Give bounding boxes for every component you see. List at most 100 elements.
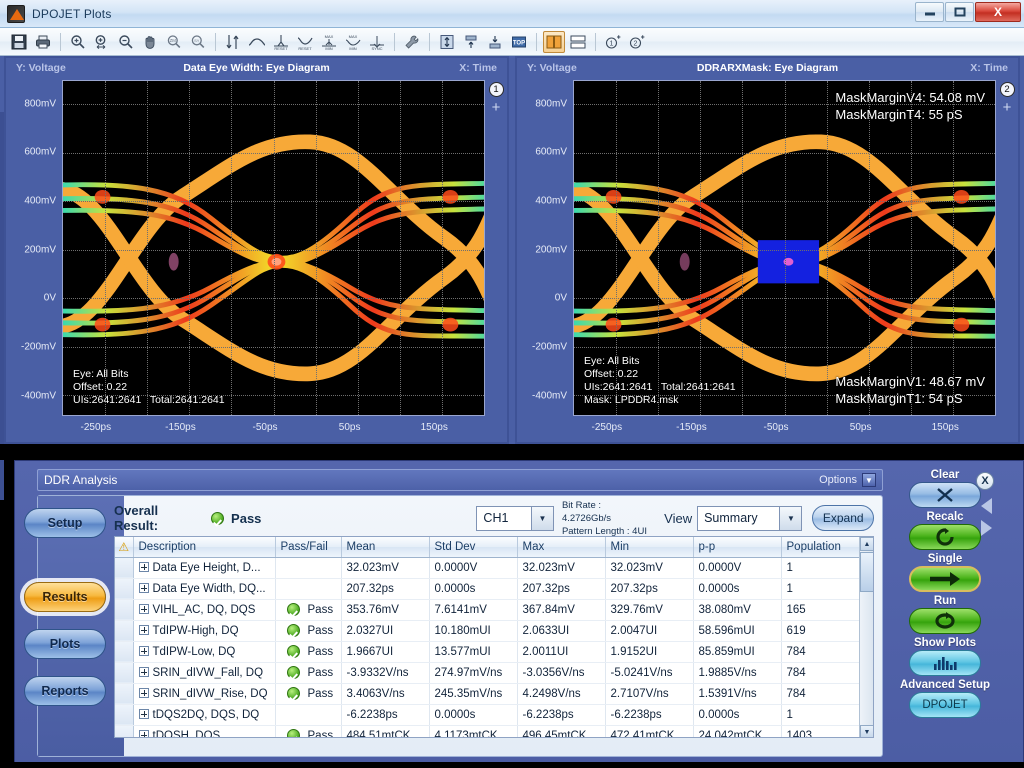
chevron-down-icon[interactable]: ▼ — [779, 507, 801, 530]
zoom-sync-icon[interactable]: SY — [187, 31, 209, 53]
chevron-down-icon[interactable]: ▼ — [862, 473, 876, 487]
plot-number-badge[interactable]: 2 — [1000, 82, 1015, 97]
close-button[interactable]: X — [975, 2, 1021, 22]
nav-previous-icon[interactable] — [981, 498, 992, 514]
table-row[interactable]: TdIPW-Low, DQPass1.9667UI13.577mUI2.0011… — [115, 641, 861, 662]
sync-icon[interactable]: SYNC — [366, 31, 388, 53]
recalc-button[interactable] — [909, 524, 981, 550]
chevron-down-icon[interactable]: ▼ — [531, 507, 553, 530]
col-pp[interactable]: p-p — [693, 537, 781, 557]
plot-one-add-icon[interactable]: 1 — [602, 31, 624, 53]
autoscale-vertical-icon[interactable] — [436, 31, 458, 53]
clear-button[interactable] — [909, 482, 981, 508]
table-row[interactable]: SRIN_dIVW_Rise, DQPass3.4063V/ns245.35mV… — [115, 683, 861, 704]
reset-left-icon[interactable]: RESET — [270, 31, 292, 53]
results-table-container[interactable]: ⚠ Description Pass/Fail Mean Std Dev Max… — [114, 536, 874, 738]
passfail-text: Pass — [308, 604, 334, 616]
plot-canvas-right[interactable]: Eye: All BitsOffset: 0.22UIs:2641:2641 T… — [573, 80, 996, 416]
sidebar-item-setup[interactable]: Setup — [24, 508, 106, 538]
col-description[interactable]: Description — [133, 537, 275, 557]
col-stddev[interactable]: Std Dev — [429, 537, 517, 557]
zoom-in-icon[interactable] — [67, 31, 89, 53]
cell-description[interactable]: TdIPW-Low, DQ — [133, 641, 275, 662]
data-eye-width-plot[interactable]: Y: Voltage Data Eye Width: Eye Diagram X… — [4, 56, 509, 444]
cell-description[interactable]: SRIN_dIVW_Rise, DQ — [133, 683, 275, 704]
table-vertical-scrollbar[interactable]: ▲ ▼ — [859, 537, 873, 738]
zoom-icon[interactable]: ZM — [163, 31, 185, 53]
cell-description[interactable]: tDQSH, DQS — [133, 725, 275, 738]
cell-description[interactable]: Data Eye Height, D... — [133, 557, 275, 578]
col-max[interactable]: Max — [517, 537, 605, 557]
plot-header-right: Y: Voltage DDRARXMask: Eye Diagram X: Ti… — [523, 62, 1012, 76]
expand-row-icon[interactable] — [139, 562, 149, 572]
sidebar-item-reports[interactable]: Reports — [24, 676, 106, 706]
col-passfail[interactable]: Pass/Fail — [275, 537, 341, 557]
plot-add-icon[interactable]: + — [998, 103, 1016, 113]
layout-two-rows-icon[interactable] — [567, 31, 589, 53]
minimize-button[interactable] — [915, 2, 944, 22]
plot-canvas-left[interactable]: Eye: All BitsOffset: 0.22UIs:2641:2641 T… — [62, 80, 485, 416]
sidebar-item-results[interactable]: Results — [24, 582, 106, 612]
max-min-icon[interactable]: MAXMIN — [318, 31, 340, 53]
ddrarxmask-plot[interactable]: Y: Voltage DDRARXMask: Eye Diagram X: Ti… — [515, 56, 1020, 444]
show-plots-button[interactable] — [909, 650, 981, 676]
plot-two-add-icon[interactable]: 2 — [626, 31, 648, 53]
max-min-alt-icon[interactable]: MAXMIN — [342, 31, 364, 53]
table-row[interactable]: Data Eye Width, DQ...207.32ps0.0000s207.… — [115, 578, 861, 599]
plot-number-badge[interactable]: 1 — [489, 82, 504, 97]
align-top-icon[interactable] — [460, 31, 482, 53]
expand-row-icon[interactable] — [139, 730, 149, 738]
align-bottom-icon[interactable] — [484, 31, 506, 53]
table-row[interactable]: tDQS2DQ, DQS, DQ-6.2238ps0.0000s-6.2238p… — [115, 704, 861, 725]
cell-description[interactable]: tDQS2DQ, DQS, DQ — [133, 704, 275, 725]
expand-row-icon[interactable] — [139, 625, 149, 635]
table-row[interactable]: VIHL_AC, DQ, DQSPass353.76mV7.6141mV367.… — [115, 599, 861, 620]
save-icon[interactable] — [8, 31, 30, 53]
view-select[interactable]: Summary ▼ — [697, 506, 802, 531]
top-icon[interactable]: TOP — [508, 31, 530, 53]
advanced-setup-button[interactable]: DPOJET — [909, 692, 981, 718]
scroll-up-icon[interactable]: ▲ — [860, 537, 874, 551]
col-population[interactable]: Population — [781, 537, 861, 557]
maximize-button[interactable] — [945, 2, 974, 22]
single-button[interactable] — [909, 566, 981, 592]
close-panel-button[interactable]: X — [976, 472, 994, 490]
channel-select[interactable]: CH1 ▼ — [476, 506, 554, 531]
expand-row-icon[interactable] — [139, 583, 149, 593]
cell-mean: 1.9667UI — [341, 641, 429, 662]
table-row[interactable]: SRIN_dIVW_Fall, DQPass-3.9332V/ns274.97m… — [115, 662, 861, 683]
cell-description[interactable]: VIHL_AC, DQ, DQS — [133, 599, 275, 620]
settings-wrench-icon[interactable] — [401, 31, 423, 53]
zoom-box-icon[interactable] — [91, 31, 113, 53]
expand-button[interactable]: Expand — [812, 505, 874, 531]
description-text: Data Eye Width, DQ... — [153, 583, 266, 595]
nav-next-icon[interactable] — [981, 520, 992, 536]
cell-description[interactable]: Data Eye Width, DQ... — [133, 578, 275, 599]
plot-add-icon[interactable]: + — [487, 103, 505, 113]
waveform-icon[interactable] — [246, 31, 268, 53]
pan-hand-icon[interactable] — [139, 31, 161, 53]
table-row[interactable]: TdIPW-High, DQPass2.0327UI10.180mUI2.063… — [115, 620, 861, 641]
options-label[interactable]: Options — [819, 474, 857, 486]
layout-two-columns-icon[interactable] — [543, 31, 565, 53]
table-row[interactable]: Data Eye Height, D...32.023mV0.0000V32.0… — [115, 557, 861, 578]
expand-row-icon[interactable] — [139, 709, 149, 719]
expand-row-icon[interactable] — [139, 688, 149, 698]
cell-description[interactable]: SRIN_dIVW_Fall, DQ — [133, 662, 275, 683]
scroll-down-icon[interactable]: ▼ — [860, 725, 874, 738]
cell-description[interactable]: TdIPW-High, DQ — [133, 620, 275, 641]
table-row[interactable]: tDQSH, DQSPass484.51mtCK...4.1173mtCK...… — [115, 725, 861, 738]
col-mean[interactable]: Mean — [341, 537, 429, 557]
print-icon[interactable] — [32, 31, 54, 53]
zoom-out-icon[interactable] — [115, 31, 137, 53]
scroll-thumb[interactable] — [860, 552, 874, 592]
expand-label: Expand — [823, 511, 864, 525]
run-button[interactable] — [909, 608, 981, 634]
expand-row-icon[interactable] — [139, 646, 149, 656]
expand-row-icon[interactable] — [139, 667, 149, 677]
col-min[interactable]: Min — [605, 537, 693, 557]
sidebar-item-plots[interactable]: Plots — [24, 629, 106, 659]
cursor-vertical-icon[interactable] — [222, 31, 244, 53]
reset-right-icon[interactable]: RESET — [294, 31, 316, 53]
expand-row-icon[interactable] — [139, 604, 149, 614]
